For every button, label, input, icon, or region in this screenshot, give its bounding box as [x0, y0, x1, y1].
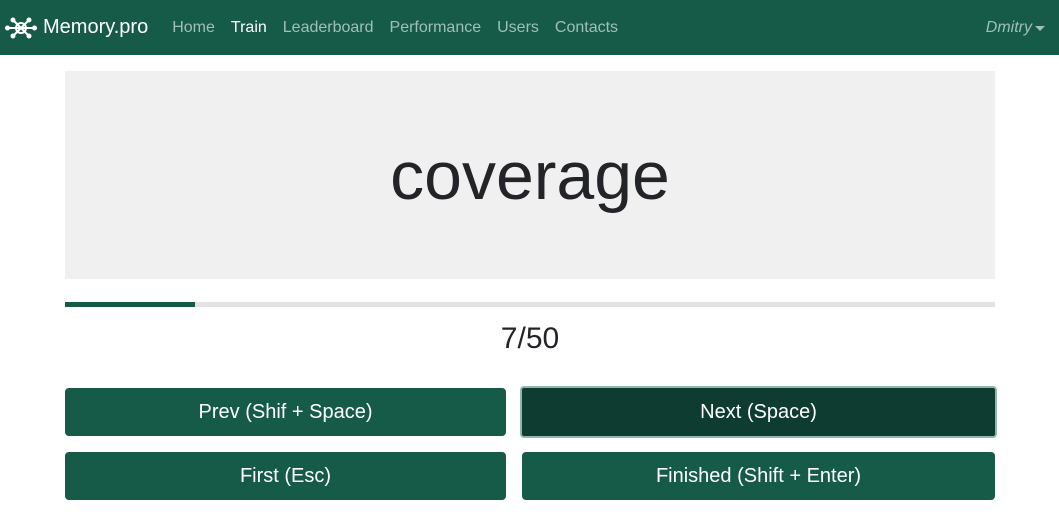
- nav-link-leaderboard[interactable]: Leaderboard: [275, 19, 382, 37]
- nav-links: Home Train Leaderboard Performance Users…: [164, 19, 626, 37]
- prev-button[interactable]: Prev (Shif + Space): [65, 388, 506, 436]
- nav-link-contacts[interactable]: Contacts: [547, 19, 626, 37]
- user-menu[interactable]: Dmitry: [986, 0, 1045, 55]
- progress-counter: 7/50: [500, 322, 560, 355]
- nav-link-train[interactable]: Train: [223, 19, 275, 37]
- next-button[interactable]: Next (Space): [520, 386, 997, 438]
- navbar: Memory.pro Home Train Leaderboard Perfor…: [0, 0, 1059, 55]
- progress-fill: [65, 302, 196, 307]
- network-nodes-icon: [4, 11, 38, 45]
- nav-link-users[interactable]: Users: [489, 19, 547, 37]
- finished-button[interactable]: Finished (Shift + Enter): [522, 452, 995, 500]
- progress-bar: [65, 302, 995, 307]
- nav-link-performance[interactable]: Performance: [382, 19, 490, 37]
- user-name: Dmitry: [985, 18, 1032, 36]
- caret-down-icon: [1035, 26, 1045, 31]
- brand-link[interactable]: Memory.pro: [4, 11, 148, 45]
- first-button[interactable]: First (Esc): [65, 452, 506, 500]
- flashcard: coverage: [65, 71, 995, 279]
- brand-name: Memory.pro: [43, 16, 149, 38]
- flashcard-word: coverage: [390, 138, 670, 214]
- nav-link-home[interactable]: Home: [164, 19, 223, 37]
